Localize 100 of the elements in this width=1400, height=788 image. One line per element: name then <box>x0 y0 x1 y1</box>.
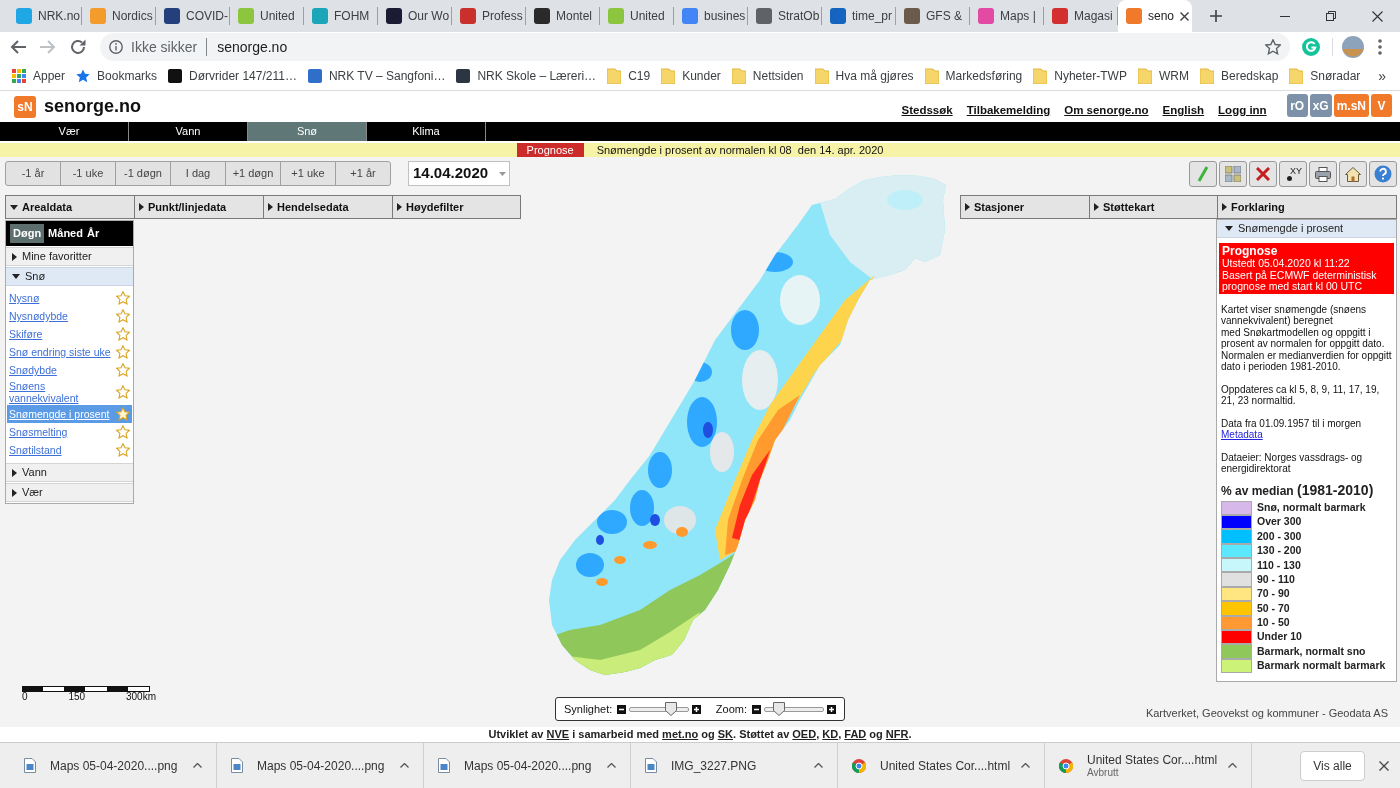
menu-tab[interactable]: Forklaring <box>1217 195 1397 219</box>
bookmark-item[interactable]: NRK TV – Sangfoni… <box>307 67 446 85</box>
layer-link[interactable]: Snø endring siste uke <box>9 346 111 358</box>
caret-down-icon[interactable] <box>499 171 506 176</box>
star-icon[interactable] <box>116 309 130 323</box>
restore-icon[interactable] <box>1326 11 1336 21</box>
section-header[interactable]: Mine favoritter <box>6 247 133 266</box>
star-icon[interactable] <box>116 443 130 457</box>
time-step-button[interactable]: I dag <box>170 161 226 186</box>
browser-tab[interactable]: time_pr <box>822 0 895 32</box>
layer-item[interactable]: Snø endring siste uke <box>7 343 132 361</box>
browser-tab[interactable]: seno <box>1118 0 1192 32</box>
layer-item[interactable]: Snødybde <box>7 361 132 379</box>
plus-icon[interactable] <box>1210 10 1222 22</box>
layer-link[interactable]: Snøsmelting <box>9 426 68 438</box>
caret-up-icon[interactable] <box>1228 763 1237 768</box>
star-icon[interactable] <box>116 345 130 359</box>
star-icon[interactable] <box>1265 39 1281 55</box>
star-icon[interactable] <box>116 425 130 439</box>
star-icon[interactable] <box>116 385 130 399</box>
map-tool-button[interactable] <box>1309 161 1337 187</box>
bookmark-item[interactable]: Dørvrider 147/211… <box>168 67 297 85</box>
caret-up-icon[interactable] <box>607 763 616 768</box>
menu-icon[interactable] <box>1378 39 1382 55</box>
close-icon[interactable] <box>1379 760 1389 771</box>
layer-item[interactable]: Snøens vannekvivalent <box>7 379 132 405</box>
bookmark-item[interactable]: Hva må gjøres <box>814 67 914 85</box>
browser-tab[interactable]: NRK.no <box>8 0 81 32</box>
bookmark-item[interactable]: Nyheter-TWP <box>1033 67 1127 85</box>
layer-link[interactable]: Nysnø <box>9 292 40 304</box>
download-name[interactable]: United States Cor....html <box>1087 752 1218 767</box>
nav-tab[interactable]: Klima <box>367 122 486 141</box>
bookmark-item[interactable]: Apper <box>12 67 66 85</box>
bookmark-item[interactable]: Snøradar <box>1289 67 1361 85</box>
layer-item[interactable]: Nysnødybde <box>7 307 132 325</box>
caret-up-icon[interactable] <box>814 763 823 768</box>
avatar-icon[interactable] <box>1342 36 1364 58</box>
download-name[interactable]: Maps 05-04-2020....png <box>50 758 178 773</box>
browser-tab[interactable]: Profess <box>452 0 525 32</box>
metadata-link[interactable]: Metadata <box>1221 429 1263 441</box>
nav-tab[interactable]: Vær <box>10 122 129 141</box>
layer-item[interactable]: Snøtilstand <box>7 441 132 459</box>
download-name[interactable]: Maps 05-04-2020....png <box>257 758 385 773</box>
browser-tab[interactable]: StratOb <box>748 0 821 32</box>
header-link[interactable]: Logg inn <box>1218 101 1267 119</box>
browser-tab[interactable]: Montel <box>526 0 599 32</box>
bookmark-item[interactable]: Kunder <box>661 67 721 85</box>
layer-link[interactable]: Snøens vannekvivalent <box>9 380 115 404</box>
star-icon[interactable] <box>116 363 130 377</box>
header-link[interactable]: Om senorge.no <box>1064 101 1149 119</box>
period-tab[interactable]: Døgn <box>10 224 45 243</box>
time-step-button[interactable]: +1 uke <box>280 161 336 186</box>
bookmark-item[interactable]: Nettsiden <box>731 67 804 85</box>
star-icon[interactable] <box>116 327 130 341</box>
more-bookmarks-button[interactable]: » <box>1378 65 1386 87</box>
footer-link[interactable]: NVE <box>546 726 570 743</box>
map-tool-button[interactable] <box>1369 161 1397 187</box>
layer-item[interactable]: Skiføre <box>7 325 132 343</box>
time-step-button[interactable]: +1 døgn <box>225 161 281 186</box>
bookmark-item[interactable]: Markedsføring <box>924 67 1023 85</box>
menu-tab[interactable]: Høydefilter <box>392 195 521 219</box>
map-tool-button[interactable]: XY <box>1279 161 1307 187</box>
map-tool-button[interactable] <box>1249 161 1277 187</box>
browser-tab[interactable]: United <box>600 0 673 32</box>
browser-tab[interactable]: Nordics <box>82 0 155 32</box>
browser-tab[interactable]: Magasi <box>1044 0 1117 32</box>
minus-icon[interactable] <box>617 704 627 714</box>
layer-item[interactable]: Nysnø <box>7 289 132 307</box>
download-name[interactable]: United States Cor....html <box>880 758 1011 773</box>
slider-track[interactable] <box>629 702 690 716</box>
layer-item[interactable]: Snøsmelting <box>7 423 132 441</box>
time-step-button[interactable]: -1 år <box>5 161 61 186</box>
slider-thumb[interactable] <box>665 702 678 716</box>
footer-link[interactable]: SK <box>717 726 733 743</box>
star-icon[interactable] <box>116 407 130 421</box>
download-name[interactable]: Maps 05-04-2020....png <box>464 758 592 773</box>
section-header[interactable]: Snø <box>6 267 133 286</box>
header-link[interactable]: Tilbakemelding <box>966 101 1051 119</box>
browser-tab[interactable]: Maps | <box>970 0 1043 32</box>
reload-icon[interactable] <box>70 39 86 55</box>
nav-tab[interactable]: Snø <box>248 122 367 141</box>
address-field[interactable]: Ikke sikker senorge.no <box>100 33 1290 61</box>
bookmark-item[interactable]: NRK Skole – Læreri… <box>456 67 597 85</box>
slider-thumb[interactable] <box>773 702 785 716</box>
layer-link[interactable]: Nysnødybde <box>9 310 68 322</box>
menu-tab[interactable]: Hendelsedata <box>263 195 393 219</box>
layer-link[interactable]: Snødybde <box>9 364 57 376</box>
star-icon[interactable] <box>116 291 130 305</box>
browser-tab[interactable]: busines <box>674 0 747 32</box>
footer-link[interactable]: met.no <box>662 726 699 743</box>
browser-tab[interactable]: COVID- <box>156 0 229 32</box>
header-link[interactable]: Stedssøk <box>901 101 953 119</box>
menu-tab[interactable]: Støttekart <box>1089 195 1218 219</box>
show-all-button[interactable]: Vis alle <box>1300 750 1365 781</box>
date-field[interactable]: 14.04.2020 <box>408 161 510 186</box>
layer-link[interactable]: Skiføre <box>9 328 43 340</box>
download-name[interactable]: IMG_3227.PNG <box>671 758 757 773</box>
period-tab[interactable]: Måned <box>48 225 83 242</box>
menu-tab[interactable]: Arealdata <box>5 195 135 219</box>
close-icon[interactable] <box>1180 11 1190 21</box>
